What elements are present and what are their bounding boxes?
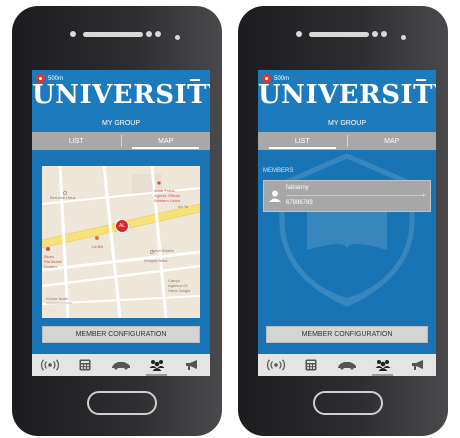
app-screen: 500m UNIVERSITY MY GROUP LIST MAP MEMBER…: [258, 70, 436, 376]
megaphone-icon: [412, 360, 424, 370]
member-configuration-button[interactable]: MEMBER CONFIGURATION: [42, 326, 200, 343]
group-icon: [375, 360, 391, 371]
map-label: Integral Bella: [144, 258, 168, 263]
university-emblem-icon: [279, 153, 415, 307]
stage: 500m UNIVERSITY MY GROUP LIST MAP Bernar…: [0, 0, 460, 438]
app-header: 500m UNIVERSITY MY GROUP: [32, 70, 210, 132]
map-label: Bernardi Haus: [50, 195, 76, 200]
map-view[interactable]: Bernardi Haus Anne Frank- Agentz Officia…: [42, 166, 200, 318]
chevron-right-icon: ›: [422, 192, 425, 199]
nav-signal[interactable]: [258, 354, 294, 376]
member-list-item[interactable]: fabianny 67896789 ›: [263, 180, 431, 212]
calculator-icon: [79, 359, 91, 371]
map-label: Campt Agentur-Gr Hans Jungla: [168, 278, 191, 293]
view-tabs: LIST MAP: [32, 132, 210, 150]
sensor-icon: [372, 31, 378, 37]
nav-car[interactable]: [103, 354, 139, 376]
app-logo-title: UNIVERSITY: [258, 80, 436, 110]
member-phone: 67896789: [286, 200, 313, 206]
tab-list[interactable]: LIST: [258, 132, 347, 150]
app-logo-title: UNIVERSITY: [32, 80, 210, 110]
car-icon: [111, 362, 130, 370]
car-icon: [337, 362, 356, 370]
map-label: Anne Frank- Agentz Official Western Unio…: [154, 188, 181, 203]
nav-group[interactable]: [365, 354, 401, 376]
tab-map[interactable]: MAP: [348, 132, 437, 150]
bottom-nav: [32, 354, 210, 376]
front-camera-icon: [381, 31, 387, 37]
tab-map[interactable]: MAP: [122, 132, 211, 150]
app-screen: 500m UNIVERSITY MY GROUP LIST MAP Bernar…: [32, 70, 210, 376]
view-tabs: LIST MAP: [258, 132, 436, 150]
signal-icon: [266, 359, 285, 371]
nav-car[interactable]: [329, 354, 365, 376]
nav-calculator[interactable]: [294, 354, 330, 376]
user-avatar-icon: [269, 190, 281, 202]
map-label: Ab Ta: [178, 204, 189, 209]
nav-megaphone[interactable]: [400, 354, 436, 376]
home-button[interactable]: [87, 391, 157, 415]
phone-map-view: 500m UNIVERSITY MY GROUP LIST MAP Bernar…: [12, 6, 222, 436]
light-sensor-icon: [175, 35, 180, 40]
bottom-nav: [258, 354, 436, 376]
speaker-grille: [309, 32, 369, 37]
group-icon: [149, 360, 165, 371]
map-label: Lindt Straße: [152, 248, 174, 253]
phone-list-view: 500m UNIVERSITY MY GROUP LIST MAP MEMBER…: [238, 6, 448, 436]
signal-icon: [40, 359, 59, 371]
divider: [286, 195, 424, 196]
sensor-icon: [296, 31, 302, 37]
map-label: Blues Ria Moritz Husten: [44, 254, 63, 269]
sensor-icon: [146, 31, 152, 37]
group-title: MY GROUP: [328, 120, 366, 127]
map-label: Kirche Israel: [46, 296, 69, 301]
nav-megaphone[interactable]: [174, 354, 210, 376]
tab-list[interactable]: LIST: [32, 132, 121, 150]
sensor-icon: [70, 31, 76, 37]
calculator-icon: [305, 359, 317, 371]
nav-signal[interactable]: [32, 354, 68, 376]
app-header: 500m UNIVERSITY MY GROUP: [258, 70, 436, 132]
member-configuration-button[interactable]: MEMBER CONFIGURATION: [266, 326, 428, 343]
group-title: MY GROUP: [102, 120, 140, 127]
nav-group[interactable]: [139, 354, 175, 376]
home-button[interactable]: [313, 391, 383, 415]
megaphone-icon: [186, 360, 198, 370]
light-sensor-icon: [401, 35, 406, 40]
nav-calculator[interactable]: [68, 354, 104, 376]
members-heading: MEMBERS: [263, 168, 294, 174]
map-label: La Bis: [92, 244, 104, 249]
front-camera-icon: [155, 31, 161, 37]
member-location-marker[interactable]: AL: [115, 219, 129, 233]
member-name: fabianny: [286, 185, 309, 191]
speaker-grille: [83, 32, 143, 37]
